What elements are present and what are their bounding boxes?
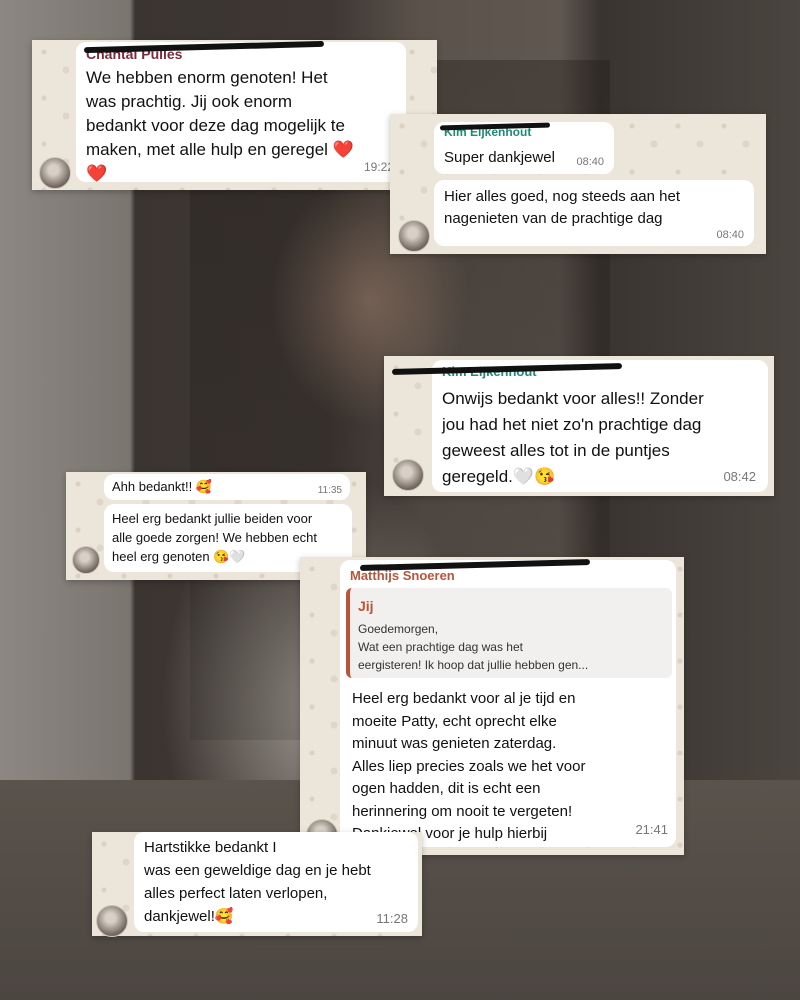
redaction-scribble [83, 40, 325, 54]
message-bubble: Kim Eijkenhout Super dankjewel 08:40 [434, 122, 614, 174]
message-text: Hartstikke bedankt I was een geweldige d… [144, 839, 371, 925]
message-text: Heel erg bedankt jullie beiden voor alle… [112, 511, 318, 564]
message-text: Ahh bedankt!! 🥰 [112, 479, 213, 494]
avatar [398, 220, 430, 252]
timestamp: 11:28 [376, 911, 408, 926]
quote-sender: Jij [358, 598, 374, 614]
quote-text: Goedemorgen, Wat een prachtige dag was h… [358, 622, 589, 672]
timestamp: 21:41 [635, 822, 668, 837]
message-text: Super dankjewel [444, 149, 555, 166]
avatar [72, 546, 100, 574]
timestamp: 08:40 [716, 229, 744, 241]
message-text: Onwijs bedankt voor alles!! Zonder jou h… [442, 389, 704, 486]
reply-quote[interactable]: Jij Goedemorgen, Wat een prachtige dag w… [346, 588, 672, 678]
chat-screenshot-3: Kim Eijkenhout Onwijs bedankt voor alles… [384, 356, 774, 496]
message-bubble: Matthijs Snoeren Jij Goedemorgen, Wat ee… [340, 558, 676, 847]
message-text: We hebben enorm genoten! Het was prachti… [86, 68, 354, 183]
message-text: Heel erg bedankt voor al je tijd en moei… [352, 690, 586, 842]
message-bubble: Hier alles goed, nog steeds aan het nage… [434, 180, 754, 246]
message-bubble: Ahh bedankt!! 🥰 11:35 [104, 474, 350, 500]
message-bubble: Hartstikke bedankt I was een geweldige d… [134, 832, 418, 932]
chat-screenshot-5: Matthijs Snoeren Jij Goedemorgen, Wat ee… [300, 557, 684, 855]
avatar [96, 905, 128, 937]
message-bubble: Chantal Pulles We hebben enorm genoten! … [76, 40, 406, 183]
chat-screenshot-2: Kim Eijkenhout Super dankjewel 08:40 Hie… [390, 114, 766, 254]
avatar [39, 157, 71, 189]
timestamp: 08:42 [723, 469, 756, 484]
message-text: Hier alles goed, nog steeds aan het nage… [444, 188, 680, 227]
timestamp: 11:35 [317, 485, 342, 496]
chat-screenshot-1: Chantal Pulles We hebben enorm genoten! … [32, 40, 437, 190]
avatar [392, 459, 424, 491]
message-bubble: Kim Eijkenhout Onwijs bedankt voor alles… [391, 360, 768, 492]
chat-screenshot-6: Hartstikke bedankt I was een geweldige d… [92, 832, 422, 937]
timestamp: 08:40 [576, 156, 604, 168]
redaction-scribble [359, 558, 591, 572]
